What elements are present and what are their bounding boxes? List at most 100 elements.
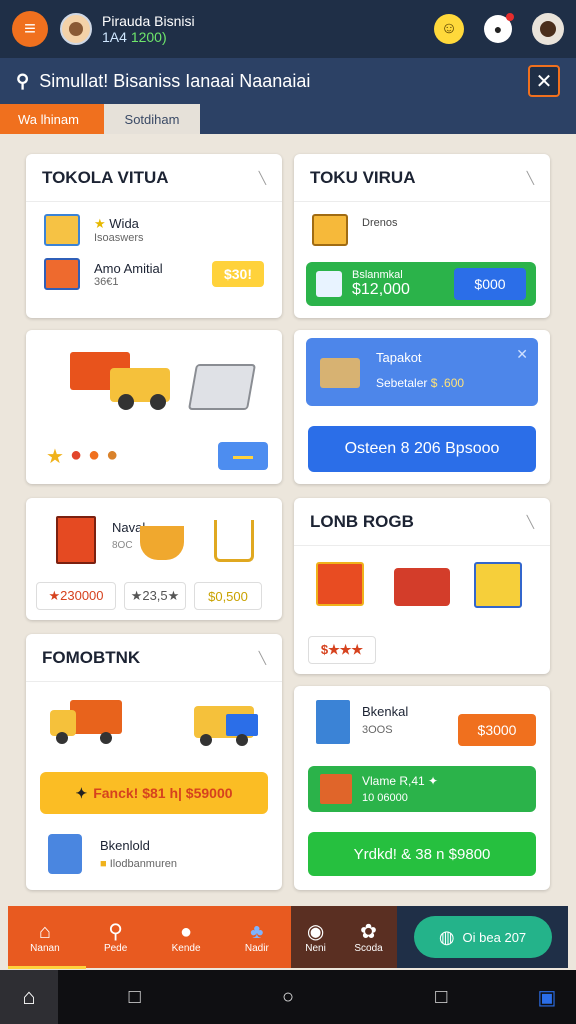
yellow-action-button[interactable]: ✦ Fanck! $81 h| $59000: [40, 772, 268, 814]
package-icon: [312, 214, 348, 246]
naval-sub: 8OC: [112, 540, 133, 551]
system-square-icon[interactable]: □: [58, 986, 211, 1009]
green-panel[interactable]: Vlame R,41 ✦ 10 06000: [308, 766, 536, 812]
boat-icon: [140, 526, 184, 560]
card-title: FOMOBTNK: [42, 647, 141, 667]
card-fomobtnk[interactable]: FOMOBTNK ╲ ✦ Fanck! $81 h| $59000 Bkenlol…: [26, 634, 282, 890]
system-circle-icon[interactable]: ○: [211, 986, 364, 1009]
balance-prefix: 1A4: [102, 29, 127, 45]
nav-label: Kende: [171, 942, 201, 954]
user-balance: 1A4 1200): [102, 29, 195, 45]
notification-icon[interactable]: ●: [484, 13, 514, 43]
close-icon[interactable]: ✕: [516, 346, 528, 363]
active-tab-indicator: [8, 966, 86, 969]
green-action-button[interactable]: Yrdkd! & 38 n $9800: [308, 832, 536, 876]
item-sub: ■ Ilodbanmuren: [100, 858, 177, 870]
panel-sub: 10 06000: [362, 792, 408, 804]
nav-label: Neni: [305, 942, 326, 954]
item-sub: 3OOS: [362, 724, 393, 736]
system-app-icon[interactable]: ▣: [518, 985, 576, 1010]
item-title: Amo Amitial: [94, 260, 163, 276]
bank-icon: [316, 271, 342, 297]
star-icon: ✦: [75, 784, 88, 801]
user-info: Pirauda Bisnisi 1A4 1200): [102, 13, 195, 45]
truck-icon: [70, 344, 170, 410]
nav-scoda[interactable]: ✿ Scoda: [354, 921, 382, 954]
register-icon: [187, 364, 257, 410]
price-chip[interactable]: ★23,5★: [124, 582, 186, 610]
nav-label: Nadir: [244, 942, 269, 954]
tapak-sub: Sebetaler $ .600: [376, 376, 465, 390]
close-button[interactable]: ✕: [528, 65, 560, 97]
nav-label: Nanan: [30, 942, 60, 954]
tab-active[interactable]: Wa lhinam: [0, 104, 104, 134]
chevron-icon[interactable]: ╲: [527, 171, 534, 185]
user-name: Pirauda Bisnisi: [102, 13, 195, 29]
profile-icon[interactable]: [532, 13, 564, 45]
system-nav-bar: ⌂ □ ○ □ ▣: [0, 970, 576, 1024]
price-chip[interactable]: ★230000: [36, 582, 116, 610]
item-title: Bkenlold: [100, 838, 150, 853]
card-tokola-vitua[interactable]: TOKOLA VITUA ╲ ★ Wida Isoaswers Amo Amiti…: [26, 154, 282, 318]
price-chip[interactable]: $★★★: [308, 636, 376, 664]
badge-row: ★ ● ● ●: [46, 444, 118, 469]
price-button[interactable]: $3000: [458, 714, 536, 746]
chevron-icon[interactable]: ╲: [259, 651, 266, 665]
nav-search[interactable]: ⚲ Pede: [104, 921, 127, 954]
chevron-icon[interactable]: ╲: [259, 171, 266, 185]
search-icon[interactable]: ⚲: [16, 71, 29, 92]
box-icon: [44, 214, 80, 246]
panel-title: Vlame R,41 ✦: [362, 774, 439, 788]
nav-kende[interactable]: ● Kende: [172, 921, 201, 954]
card-title: TOKOLA VITUA: [42, 167, 169, 187]
home-icon: ⌂: [38, 920, 51, 943]
item-title: ★ Wida: [94, 216, 139, 231]
book-icon: [56, 516, 96, 564]
star-badge-icon: ★: [46, 446, 64, 468]
card-bkenkal[interactable]: Bkenkal 3OOS $3000 Vlame R,41 ✦ 10 06000…: [294, 686, 550, 890]
settings-icon: ✿: [360, 920, 377, 943]
card-tapak[interactable]: Tapakot Sebetaler $ .600 ✕ Osteen 8 206 …: [294, 330, 550, 484]
card-vehicles[interactable]: ★ ● ● ● ▬▬: [26, 330, 282, 484]
card-lonb-rogb[interactable]: LONB ROGB ╲ $★★★: [294, 498, 550, 674]
user-avatar[interactable]: [60, 13, 92, 45]
system-home-icon[interactable]: ⌂: [0, 970, 58, 1024]
circle-icon: ●: [180, 920, 193, 943]
banner-label: Bslanmkal: [352, 269, 403, 281]
cart-icon: [214, 520, 254, 562]
eye-icon: ◉: [306, 920, 325, 943]
nav-neni[interactable]: ◉ Neni: [305, 921, 326, 954]
banner-button[interactable]: $000: [454, 268, 526, 300]
price-button[interactable]: $30!: [212, 261, 264, 287]
action-button[interactable]: ▬▬: [218, 442, 268, 470]
start-button[interactable]: Osteen 8 206 Bpsooo: [308, 426, 536, 472]
orange-badge-icon: ●: [88, 444, 101, 466]
title-bar: ⚲ Simullat! Bisaniss Ianaai Naanaiai ✕: [0, 58, 576, 104]
coin-badge-icon: ●: [106, 444, 119, 466]
tab-secondary[interactable]: Sotdiham: [104, 104, 200, 134]
item-title: Drenos: [362, 217, 398, 229]
trash-icon: [316, 700, 350, 744]
nav-label: Scoda: [354, 942, 383, 954]
train-icon: [394, 568, 450, 606]
balance-banner[interactable]: Bslanmkal $12,000 $000: [306, 262, 536, 306]
card-toku-virua[interactable]: TOKU VIRUA ╲ Drenos Bslanmkal $12,000 $00…: [294, 154, 550, 318]
banner-value: $12,000: [352, 281, 410, 298]
people-icon: ♣: [250, 920, 264, 943]
globe-icon: ◍: [438, 926, 455, 947]
promo-label: Oi bea 207: [462, 929, 527, 945]
card-title: TOKU VIRUA: [310, 167, 416, 187]
menu-icon[interactable]: ≡: [12, 11, 48, 47]
nav-nadir[interactable]: ♣ Nadir: [245, 921, 269, 954]
yellow-truck-icon: [194, 696, 262, 748]
tapak-panel[interactable]: Tapakot Sebetaler $ .600 ✕: [306, 338, 538, 406]
system-recent-icon[interactable]: □: [365, 986, 518, 1009]
bottom-nav: ⌂ Nanan ⚲ Pede ● Kende ♣ Nadir ◉ Neni ✿ …: [8, 906, 568, 968]
item-sub: 36€1: [94, 275, 119, 288]
smiley-icon[interactable]: ☺: [434, 14, 464, 44]
price-chip[interactable]: $0,500: [194, 582, 262, 610]
promo-button[interactable]: ◍ Oi bea 207: [413, 916, 552, 958]
card-naval[interactable]: Naval 8OC ★230000 ★23,5★ $0,500: [26, 498, 282, 620]
nav-home[interactable]: ⌂ Nanan: [30, 921, 59, 954]
chevron-icon[interactable]: ╲: [527, 515, 534, 529]
